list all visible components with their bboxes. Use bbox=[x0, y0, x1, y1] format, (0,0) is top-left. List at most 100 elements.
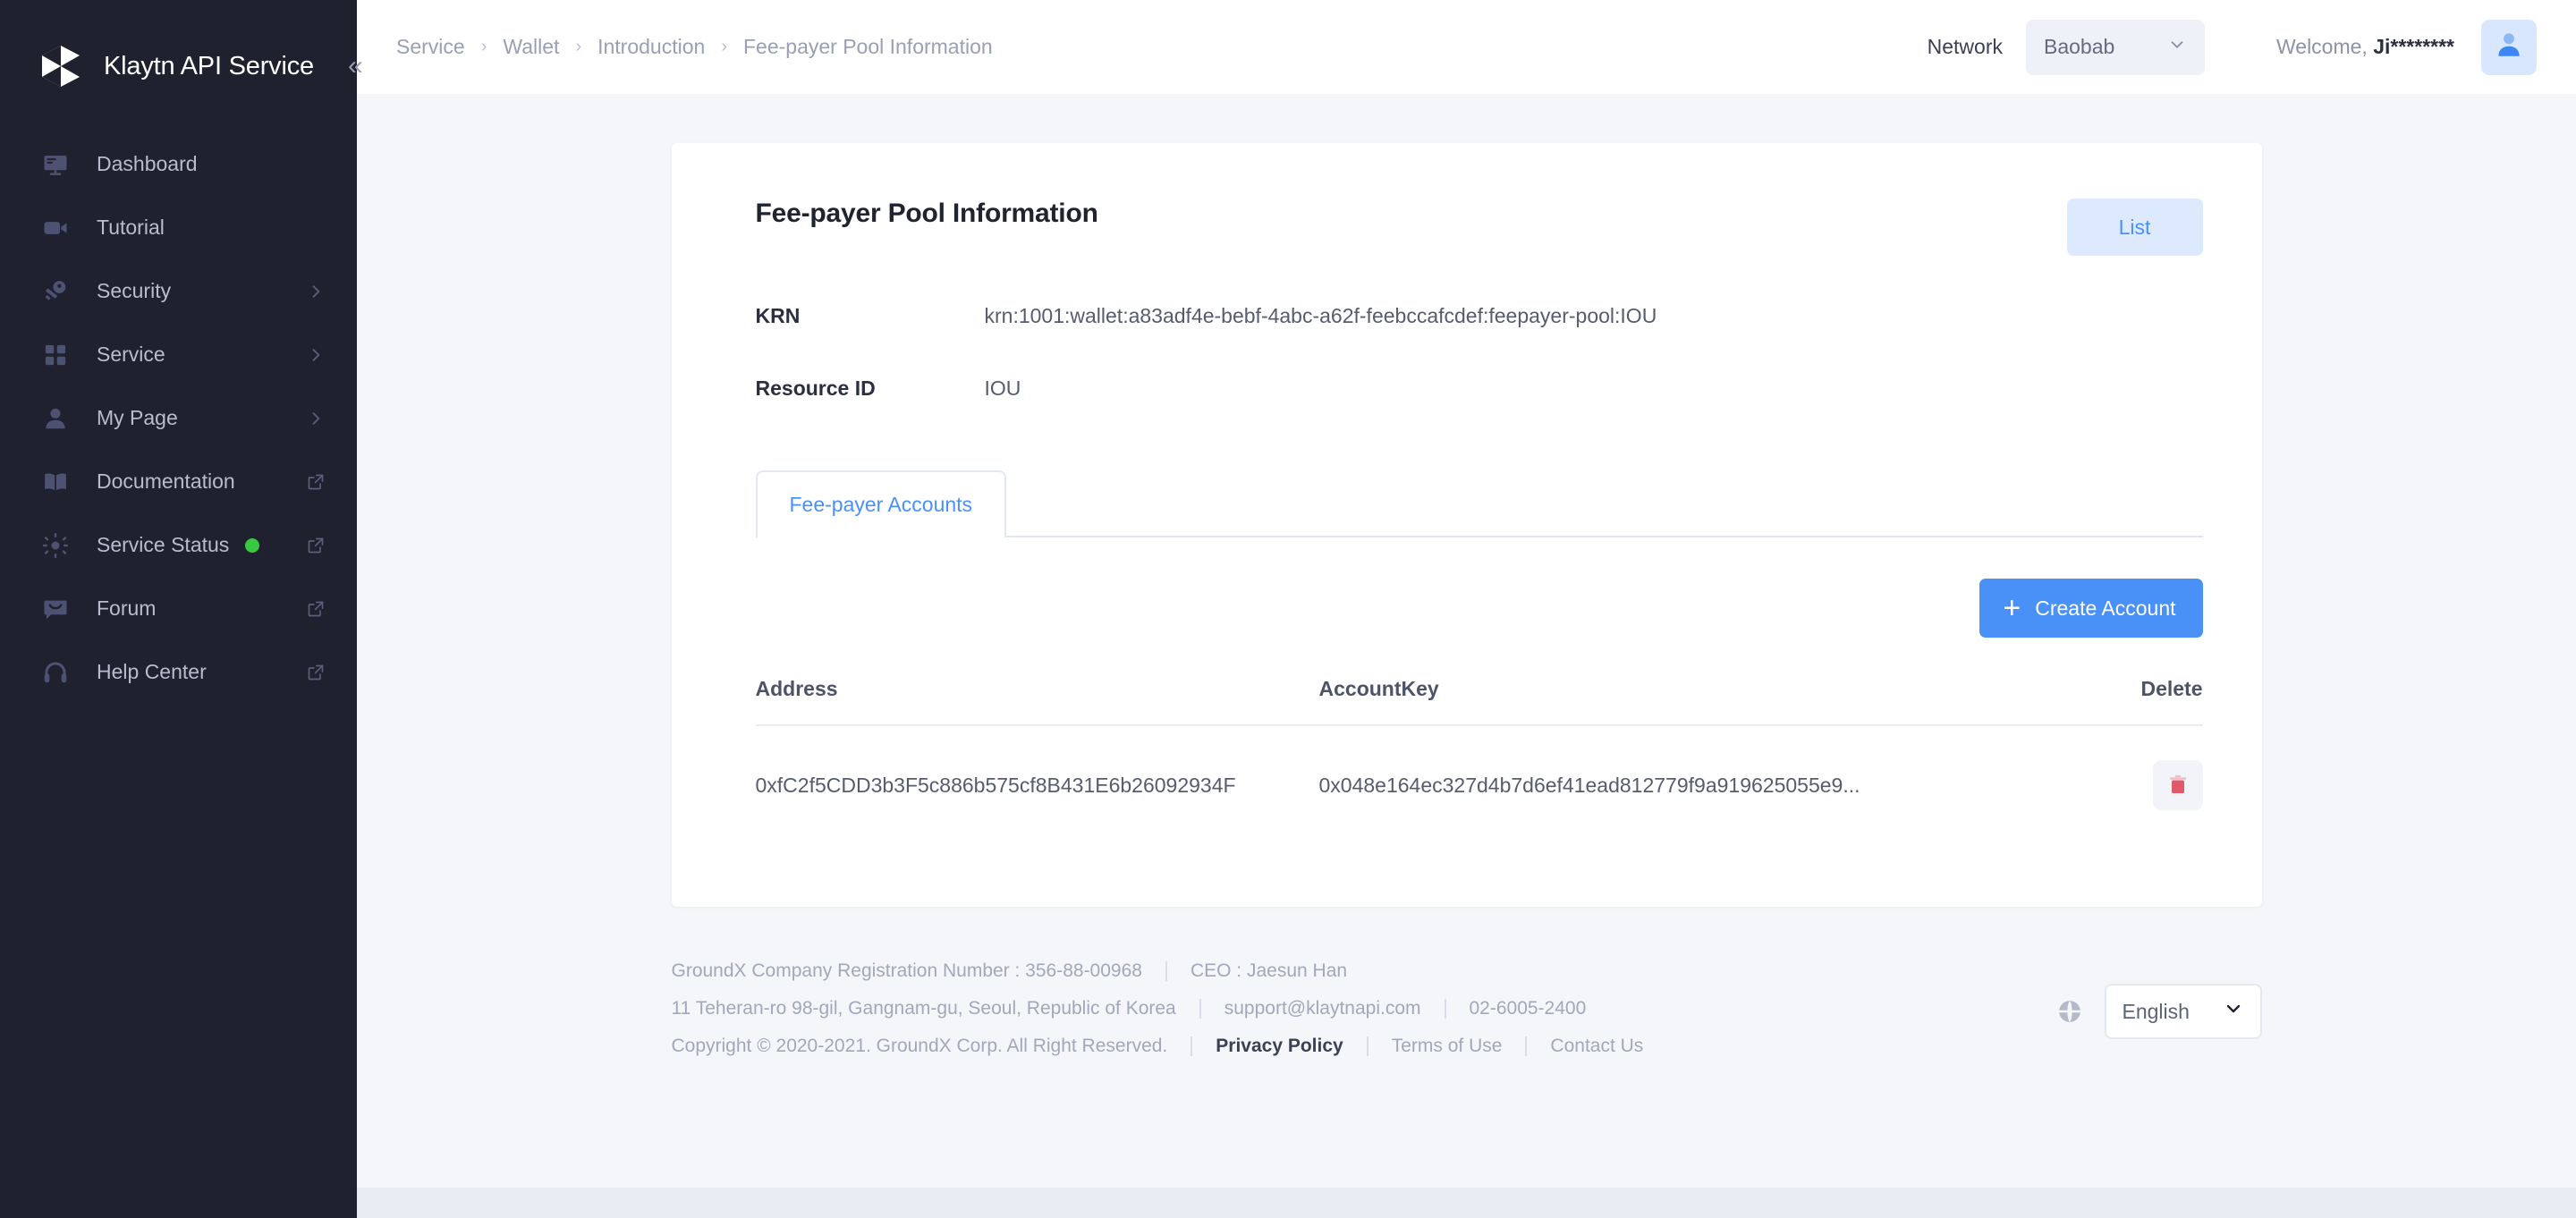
breadcrumb-item-wallet[interactable]: Wallet bbox=[503, 35, 559, 59]
sidebar-item-label: My Page bbox=[97, 406, 178, 429]
footer: GroundX Company Registration Number : 35… bbox=[672, 907, 2262, 1073]
breadcrumb-item-introduction[interactable]: Introduction bbox=[597, 35, 705, 59]
footer-info: GroundX Company Registration Number : 35… bbox=[672, 960, 2056, 1073]
company-registration: GroundX Company Registration Number : 35… bbox=[671, 960, 1142, 981]
person-icon bbox=[38, 405, 73, 432]
content-scroll-area: Fee-payer Pool Information List KRN krn:… bbox=[357, 94, 2576, 1218]
sidebar-nav: Dashboard Tutorial Security Service My P… bbox=[0, 132, 357, 704]
grid-icon bbox=[38, 343, 73, 368]
sidebar-item-tutorial[interactable]: Tutorial bbox=[0, 196, 357, 259]
krn-value: krn:1001:wallet:a83adf4e-bebf-4abc-a62f-… bbox=[984, 304, 1657, 327]
phone-number: 02-6005-2400 bbox=[1469, 998, 1587, 1019]
sidebar-item-help-center[interactable]: Help Center bbox=[0, 640, 357, 704]
copyright: Copyright © 2020-2021. GroundX Corp. All… bbox=[671, 1036, 1168, 1056]
network-label: Network bbox=[1927, 35, 2003, 58]
breadcrumb: Service › Wallet › Introduction › Fee-pa… bbox=[396, 35, 993, 59]
footer-line-3: Copyright © 2020-2021. GroundX Corp. All… bbox=[672, 1036, 2056, 1057]
footer-divider bbox=[1199, 999, 1201, 1019]
card-header: Fee-payer Pool Information List bbox=[756, 199, 2203, 256]
feepayer-pool-card: Fee-payer Pool Information List KRN krn:… bbox=[671, 143, 2262, 907]
chevron-right-icon bbox=[307, 346, 325, 364]
table-row: 0xfC2f5CDD3b3F5c886b575cf8B431E6b2609293… bbox=[755, 725, 2203, 844]
info-label: KRN bbox=[755, 304, 801, 327]
page-title: Fee-payer Pool Information bbox=[755, 199, 1098, 228]
external-link-icon bbox=[307, 600, 325, 618]
welcome-text: Welcome, Ji******** bbox=[2276, 35, 2454, 59]
chevron-down-icon bbox=[2167, 35, 2187, 59]
welcome-username: Ji******** bbox=[2373, 35, 2454, 58]
sidebar-item-my-page[interactable]: My Page bbox=[0, 386, 357, 450]
chevron-right-icon bbox=[307, 283, 325, 300]
headset-icon bbox=[38, 659, 73, 686]
sidebar: Klaytn API Service « Dashboard Tutorial … bbox=[0, 0, 363, 1218]
network-select[interactable]: Baobab bbox=[2025, 19, 2205, 75]
delete-row-button[interactable] bbox=[2152, 760, 2203, 810]
terms-of-use-link[interactable]: Terms of Use bbox=[1392, 1036, 1503, 1057]
sidebar-item-service-status[interactable]: Service Status bbox=[0, 513, 357, 577]
sidebar-item-documentation[interactable]: Documentation bbox=[0, 450, 357, 513]
resource-id-value: IOU bbox=[984, 376, 1021, 400]
chevron-down-icon bbox=[2223, 998, 2244, 1025]
language-selector-group: English bbox=[2056, 984, 2262, 1039]
language-select[interactable]: English bbox=[2104, 984, 2262, 1039]
klaytn-logo-icon bbox=[38, 43, 84, 89]
breadcrumb-item-current: Fee-payer Pool Information bbox=[742, 35, 993, 58]
main-area: Service › Wallet › Introduction › Fee-pa… bbox=[357, 0, 2576, 1218]
external-link-icon bbox=[307, 537, 325, 554]
create-account-button[interactable]: + Create Account bbox=[1979, 579, 2203, 638]
sidebar-item-label: Service bbox=[97, 343, 165, 366]
chat-bubble-icon bbox=[38, 596, 73, 622]
sidebar-item-security[interactable]: Security bbox=[0, 259, 357, 323]
sidebar-item-service[interactable]: Service bbox=[0, 323, 357, 386]
sidebar-item-label: Documentation bbox=[97, 469, 235, 493]
plus-icon: + bbox=[2003, 591, 2021, 625]
app-root: Klaytn API Service « Dashboard Tutorial … bbox=[0, 0, 2576, 1218]
privacy-policy-link[interactable]: Privacy Policy bbox=[1216, 1036, 1343, 1057]
support-email[interactable]: support@klaytnapi.com bbox=[1224, 998, 1421, 1019]
tab-fee-payer-accounts[interactable]: Fee-payer Accounts bbox=[755, 470, 1007, 537]
sidebar-item-label: Service Status bbox=[97, 533, 230, 556]
status-badge-online bbox=[245, 537, 260, 553]
contact-us-link[interactable]: Contact Us bbox=[1550, 1036, 1643, 1057]
info-label: Resource ID bbox=[755, 376, 876, 400]
user-avatar-icon bbox=[2494, 30, 2524, 64]
sidebar-item-dashboard[interactable]: Dashboard bbox=[0, 132, 357, 196]
topbar-right: Network Baobab Welcome, Ji******** bbox=[1927, 19, 2537, 75]
key-icon bbox=[38, 278, 73, 305]
company-address: 11 Teheran-ro 98-gil, Gangnam-gu, Seoul,… bbox=[671, 998, 1176, 1019]
sidebar-item-label: Forum bbox=[97, 596, 157, 620]
footer-divider bbox=[1366, 1036, 1368, 1056]
breadcrumb-separator-icon: › bbox=[575, 37, 582, 56]
sun-status-icon bbox=[38, 532, 73, 559]
breadcrumb-item-service[interactable]: Service bbox=[396, 35, 465, 59]
table-head: Address AccountKey Delete bbox=[756, 677, 2203, 725]
book-icon bbox=[38, 469, 73, 495]
language-select-value: English bbox=[2122, 999, 2190, 1023]
trash-icon bbox=[2166, 773, 2190, 799]
sidebar-item-label: Tutorial bbox=[97, 216, 165, 239]
external-link-icon bbox=[307, 664, 325, 681]
tab-bar: Fee-payer Accounts bbox=[755, 469, 2203, 537]
topbar: Service › Wallet › Introduction › Fee-pa… bbox=[357, 0, 2576, 94]
sidebar-item-forum[interactable]: Forum bbox=[0, 577, 357, 640]
brand: Klaytn API Service « bbox=[0, 0, 363, 98]
table-header-row: Address AccountKey Delete bbox=[756, 677, 2203, 725]
monitor-icon bbox=[38, 151, 73, 178]
sidebar-collapse-icon[interactable]: « bbox=[348, 53, 363, 80]
avatar[interactable] bbox=[2481, 19, 2537, 75]
cell-delete bbox=[2069, 725, 2203, 844]
sidebar-item-label: Dashboard bbox=[97, 152, 198, 175]
welcome-prefix: Welcome, bbox=[2275, 35, 2374, 58]
cell-address: 0xfC2f5CDD3b3F5c886b575cf8B431E6b2609293… bbox=[755, 773, 1236, 797]
video-camera-icon bbox=[38, 215, 73, 241]
fee-payer-accounts-table: Address AccountKey Delete 0xfC2f5CDD3b3F… bbox=[755, 677, 2203, 844]
footer-line-1: GroundX Company Registration Number : 35… bbox=[672, 960, 2056, 982]
external-link-icon bbox=[307, 473, 325, 491]
column-header-accountkey: AccountKey bbox=[1318, 677, 1439, 700]
footer-divider bbox=[1191, 1036, 1193, 1056]
list-button[interactable]: List bbox=[2066, 199, 2203, 256]
footer-line-2: 11 Teheran-ro 98-gil, Gangnam-gu, Seoul,… bbox=[672, 998, 2056, 1019]
info-row-resource-id: Resource ID IOU bbox=[756, 376, 2203, 401]
column-header-delete: Delete bbox=[2140, 677, 2203, 700]
sidebar-item-label: Help Center bbox=[97, 660, 207, 683]
